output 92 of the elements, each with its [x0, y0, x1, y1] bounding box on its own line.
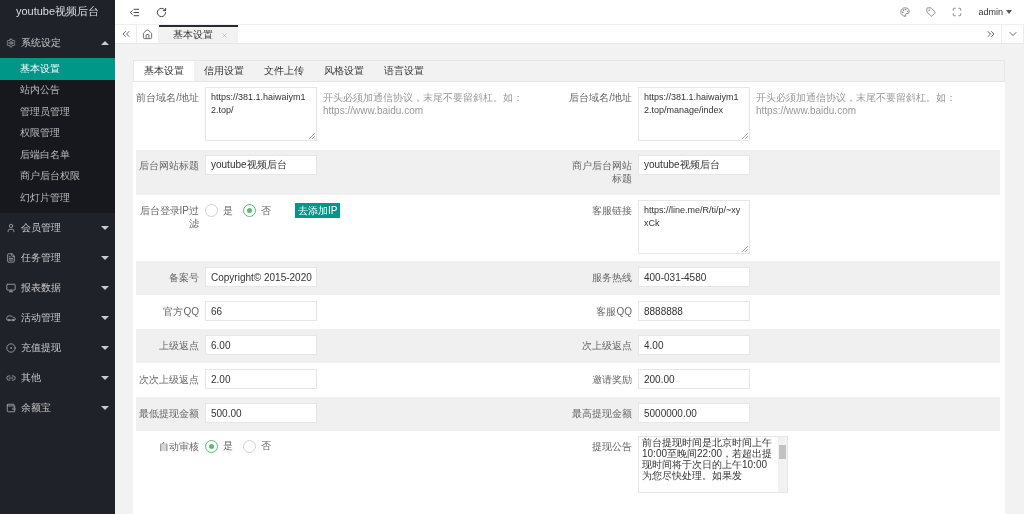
menu-group-icon: [6, 372, 16, 383]
field-label: 后台网站标题: [138, 159, 199, 172]
field-label: 前台域名/地址: [136, 91, 199, 104]
input-field[interactable]: 66: [205, 301, 317, 321]
resize-grip-icon[interactable]: [742, 246, 748, 252]
radio-option[interactable]: 是: [205, 439, 233, 453]
field-label: 客服链接: [591, 204, 632, 217]
caret-icon: [101, 375, 109, 380]
fullscreen-icon[interactable]: [952, 7, 963, 17]
radio-option[interactable]: 否: [243, 203, 271, 218]
menu-group-icon: [6, 342, 16, 353]
palette-icon[interactable]: [900, 7, 911, 17]
input-field[interactable]: 2.00: [205, 369, 317, 389]
field-label: 邀请奖励: [591, 373, 632, 386]
menu-group[interactable]: 报表数据: [0, 272, 115, 303]
input-field[interactable]: 4.00: [638, 335, 750, 355]
menu-item[interactable]: 管理员管理: [0, 101, 115, 123]
form-tab[interactable]: 基本设置: [134, 61, 194, 81]
user-menu[interactable]: admin: [978, 7, 1012, 17]
menu-item[interactable]: 基本设置: [0, 58, 115, 80]
menu-item[interactable]: 站内公告: [0, 79, 115, 101]
menu-group-icon: [6, 282, 16, 293]
input-field[interactable]: 5000000.00: [638, 403, 750, 423]
textarea-field[interactable]: https://line.me/R/ti/p/~xyxCk: [638, 200, 750, 254]
input-field[interactable]: 400-031-4580: [638, 267, 750, 287]
resize-grip-icon[interactable]: [309, 133, 315, 139]
textarea-field[interactable]: https://381.1.haiwaiym12.top/: [205, 87, 317, 141]
field-label: 最高提现金额: [571, 407, 632, 420]
input-field[interactable]: 8888888: [638, 301, 750, 321]
caret-icon: [101, 315, 109, 320]
resize-grip-icon[interactable]: [742, 133, 748, 139]
field-label: 自动审核: [158, 440, 199, 453]
menu-group[interactable]: 会员管理: [0, 212, 115, 243]
caret-icon: [101, 225, 109, 230]
field-hint: 开头必须加通信协议，末尾不要留斜杠。如：https://www.baidu.com: [756, 91, 957, 117]
field-label: 服务热线: [591, 271, 632, 284]
caret-icon: [101, 345, 109, 350]
double-chevron-right-icon[interactable]: [984, 28, 997, 40]
form-tab[interactable]: 文件上传: [254, 61, 314, 81]
input-field[interactable]: 500.00: [205, 403, 317, 423]
field-label: 商户后台网站标题: [571, 159, 632, 185]
page-tab[interactable]: 基本设置: [159, 25, 238, 43]
input-field[interactable]: youtube视频后台: [638, 155, 750, 175]
add-ip-button[interactable]: 去添加IP: [295, 203, 341, 218]
menu-group-icon: [6, 402, 16, 413]
field-label: 次次上级返点: [138, 373, 199, 386]
menu-item[interactable]: 权限管理: [0, 122, 115, 144]
tag-icon[interactable]: [926, 7, 937, 17]
menu-group-icon: [6, 312, 16, 323]
caret-icon: [101, 255, 109, 260]
input-field[interactable]: 6.00: [205, 335, 317, 355]
field-hint: 开头必须加通信协议，末尾不要留斜杠。如：https://www.baidu.com: [323, 91, 524, 117]
form-tab[interactable]: 信用设置: [194, 61, 254, 81]
close-icon[interactable]: [221, 31, 228, 39]
menu-group[interactable]: 任务管理: [0, 242, 115, 273]
field-label: 上级返点: [158, 339, 199, 352]
field-label: 备案号: [168, 271, 199, 284]
textarea-field[interactable]: 前台提现时间是北京时间上午10:00至晚间22:00，若超出提现时间将于次日的上午10:00为您尽快处理。如果发: [638, 436, 788, 493]
field-label: 提现公告: [591, 440, 632, 453]
form-tab[interactable]: 语言设置: [374, 61, 434, 81]
input-field[interactable]: youtube视频后台: [205, 155, 317, 175]
field-label: 客服QQ: [595, 305, 632, 318]
menu-group[interactable]: 余额宝: [0, 392, 115, 423]
menu-group[interactable]: 活动管理: [0, 302, 115, 333]
menu-group[interactable]: 充值提现: [0, 332, 115, 363]
field-label: 最低提现金额: [138, 407, 199, 420]
input-field[interactable]: Copyright© 2015-2020: [205, 267, 317, 287]
field-label: 后台域名/地址: [569, 91, 632, 104]
caret-icon: [101, 285, 109, 290]
menu-item[interactable]: 幻灯片管理: [0, 187, 115, 209]
radio-option[interactable]: 否: [243, 439, 271, 453]
menu-group-icon: [6, 252, 16, 263]
home-icon[interactable]: [142, 28, 153, 40]
radio-option[interactable]: 是: [205, 203, 233, 218]
refresh-icon[interactable]: [156, 6, 167, 18]
textarea-field[interactable]: https://381.1.haiwaiym12.top/manage/index: [638, 87, 750, 141]
menu-group[interactable]: 其他: [0, 362, 115, 393]
menu-group[interactable]: 系统设定: [0, 28, 115, 58]
menu-group-icon: [6, 222, 16, 233]
input-field[interactable]: 200.00: [638, 369, 750, 389]
caret-icon: [101, 41, 109, 45]
menu-item[interactable]: 后端白名单: [0, 144, 115, 166]
form-tab[interactable]: 风格设置: [314, 61, 374, 81]
caret-icon: [101, 405, 109, 410]
menu-item[interactable]: 商户后台权限: [0, 165, 115, 187]
field-label: 官方QQ: [162, 305, 199, 318]
menu-group-icon: [6, 38, 16, 48]
field-label: 次上级返点: [581, 339, 632, 352]
field-label: 后台登录IP过滤: [138, 204, 199, 230]
scrollbar[interactable]: [778, 437, 787, 492]
menu-icon[interactable]: [129, 6, 140, 18]
caret-icon: [1006, 10, 1012, 14]
